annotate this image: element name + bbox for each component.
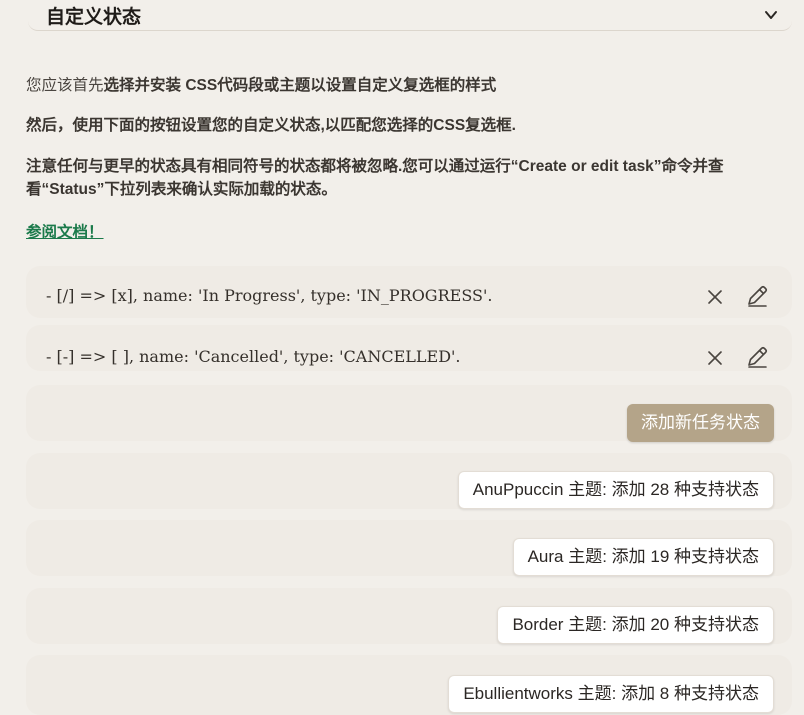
add-aura-statuses-button[interactable]: Aura 主题: 添加 19 种支持状态 xyxy=(512,538,774,576)
theme-row: AnuPpuccin 主题: 添加 28 种支持状态 xyxy=(26,453,792,509)
add-border-statuses-button[interactable]: Border 主题: 添加 20 种支持状态 xyxy=(497,606,774,644)
pencil-icon[interactable] xyxy=(744,283,770,309)
status-row: - [/] => [x], name: 'In Progress', type:… xyxy=(26,266,792,318)
description-install-prefix: 您应该首先 xyxy=(26,77,104,94)
add-ebullientworks-statuses-button[interactable]: Ebullientworks 主题: 添加 8 种支持状态 xyxy=(448,675,774,713)
close-icon[interactable] xyxy=(702,284,728,310)
status-row: - [-] => [ ], name: 'Cancelled', type: '… xyxy=(26,325,792,371)
section-title: 自定义状态 xyxy=(46,7,142,28)
add-new-status-button[interactable]: 添加新任务状态 xyxy=(627,404,774,442)
status-definition: - [/] => [x], name: 'In Progress', type:… xyxy=(46,286,493,305)
description-install-css: 您应该首先选择并安装 CSS代码段或主题以设置自定义复选框的样式 xyxy=(26,74,788,97)
description-setup-status: 然后，使用下面的按钮设置您的自定义状态,以匹配您选择的CSS复选框. xyxy=(26,117,516,134)
custom-status-header[interactable]: 自定义状态 xyxy=(28,0,792,31)
theme-row: Border 主题: 添加 20 种支持状态 xyxy=(26,588,792,644)
add-anuppuccin-statuses-button[interactable]: AnuPpuccin 主题: 添加 28 种支持状态 xyxy=(457,471,774,509)
documentation-link[interactable]: 参阅文档！ xyxy=(26,220,104,242)
close-icon[interactable] xyxy=(702,345,728,371)
theme-row: Ebullientworks 主题: 添加 8 种支持状态 xyxy=(26,655,792,715)
description-duplicate-note: 注意任何与更早的状态具有相同符号的状态都将被忽略.您可以通过运行“Create … xyxy=(26,158,724,198)
status-definition: - [-] => [ ], name: 'Cancelled', type: '… xyxy=(46,347,461,366)
theme-row: Aura 主题: 添加 19 种支持状态 xyxy=(26,520,792,576)
chevron-down-icon[interactable] xyxy=(764,8,778,22)
description-install-emphasis: 选择并安装 CSS代码段或主题以设置自定义复选框的样式 xyxy=(103,77,497,94)
pencil-icon[interactable] xyxy=(744,344,770,370)
add-status-row: 添加新任务状态 xyxy=(26,385,792,442)
